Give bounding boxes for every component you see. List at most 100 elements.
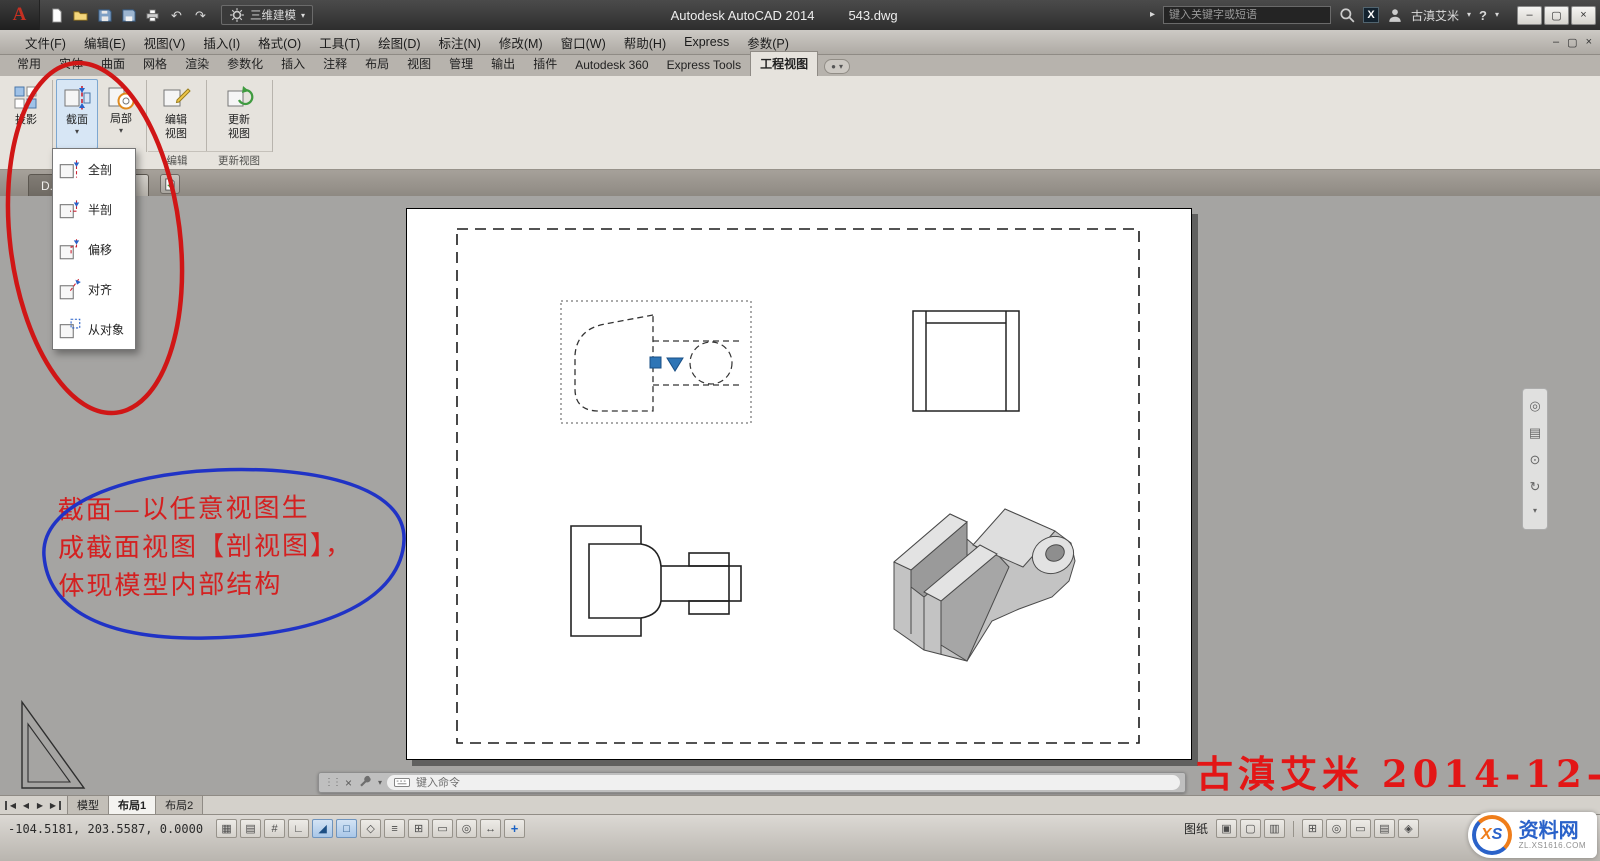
minimize-button[interactable]: –: [1517, 6, 1542, 25]
grip-direction-triangle[interactable]: [667, 358, 683, 371]
projection-view-button[interactable]: 投影: [4, 80, 48, 127]
menu-express[interactable]: Express: [675, 31, 738, 53]
menu-item-full-section[interactable]: 全剖: [53, 149, 135, 189]
save-as-icon[interactable]: [120, 7, 137, 24]
model-paper-toggle[interactable]: ▣: [1216, 819, 1237, 838]
tab-layout2[interactable]: 布局2: [155, 795, 203, 815]
section-view-preview[interactable]: [561, 301, 751, 423]
menu-item-offset-section[interactable]: 偏移: [53, 229, 135, 269]
tab-insert[interactable]: 插入: [272, 52, 314, 76]
signed-in-user[interactable]: 古滇艾米: [1411, 7, 1459, 24]
orbit-icon[interactable]: ↻: [1530, 479, 1541, 495]
3d-osnap-toggle[interactable]: ◇: [360, 819, 381, 838]
save-icon[interactable]: [96, 7, 113, 24]
search-collapse-icon[interactable]: ▸: [1150, 10, 1155, 20]
menu-item-aligned-section[interactable]: 对齐: [53, 269, 135, 309]
workspace-switcher[interactable]: 三维建模 ▾: [221, 5, 313, 25]
tab-annotate[interactable]: 注释: [314, 52, 356, 76]
osnap-toggle[interactable]: □: [336, 819, 357, 838]
edit-panel-title[interactable]: 编辑: [148, 151, 206, 168]
tab-model[interactable]: 模型: [67, 795, 109, 815]
update-view-button[interactable]: 更新 视图: [212, 80, 266, 140]
tab-view[interactable]: 视图: [398, 52, 440, 76]
clean-screen-button[interactable]: ◈: [1398, 819, 1419, 838]
quick-properties-toggle[interactable]: ↔: [480, 819, 501, 838]
tab-home[interactable]: 常用: [8, 52, 50, 76]
tab-surface[interactable]: 曲面: [92, 52, 134, 76]
section-view-button[interactable]: 截面 ▾: [56, 79, 98, 149]
tab-express-tools[interactable]: Express Tools: [658, 55, 750, 76]
front-view[interactable]: [913, 311, 1019, 411]
command-close-icon[interactable]: ×: [345, 776, 352, 790]
command-line[interactable]: ⋮⋮ × ▾: [318, 772, 1186, 793]
redo-icon[interactable]: ↷: [192, 7, 209, 24]
exchange-apps-icon[interactable]: X: [1363, 7, 1379, 23]
zoom-icon[interactable]: ⊙: [1530, 452, 1541, 468]
update-panel-title[interactable]: 更新视图: [206, 151, 272, 168]
doc-close-icon[interactable]: ×: [1586, 36, 1592, 49]
iso-view[interactable]: [894, 509, 1080, 661]
workspace-switch-button[interactable]: ▤: [1374, 819, 1395, 838]
help-search-input[interactable]: [1163, 6, 1331, 24]
annotation-scale-button[interactable]: ⊞: [1302, 819, 1323, 838]
edit-view-button[interactable]: 编辑 视图: [150, 80, 202, 140]
tab-layout[interactable]: 布局: [356, 52, 398, 76]
ducs-toggle[interactable]: ≡: [384, 819, 405, 838]
new-file-icon[interactable]: [48, 7, 65, 24]
menu-item-from-object[interactable]: 从对象: [53, 309, 135, 349]
command-input[interactable]: [416, 777, 1173, 789]
tab-manage[interactable]: 管理: [440, 52, 482, 76]
undo-icon[interactable]: ↶: [168, 7, 185, 24]
tab-mesh[interactable]: 网格: [134, 52, 176, 76]
tab-output[interactable]: 输出: [482, 52, 524, 76]
ribbon-state-toggle[interactable]: ● ▾: [824, 59, 850, 74]
ortho-toggle[interactable]: ∟: [288, 819, 309, 838]
tab-render[interactable]: 渲染: [176, 52, 218, 76]
application-menu-button[interactable]: A: [0, 0, 40, 30]
search-icon[interactable]: [1339, 7, 1355, 23]
polar-toggle[interactable]: ◢: [312, 819, 333, 838]
tab-solid[interactable]: 实体: [50, 52, 92, 76]
command-input-field[interactable]: [387, 775, 1180, 790]
doc-restore-icon[interactable]: ▢: [1567, 36, 1577, 49]
layout-paper[interactable]: [406, 208, 1192, 760]
tab-layout1[interactable]: 布局1: [108, 795, 156, 815]
pan-icon[interactable]: ▤: [1529, 425, 1541, 441]
navbar-caret-icon[interactable]: ▾: [1533, 506, 1537, 515]
prev-layout-icon[interactable]: ◀: [19, 801, 33, 810]
tab-plugins[interactable]: 插件: [524, 52, 566, 76]
new-drawing-tab-button[interactable]: [160, 174, 180, 194]
paper-space-label[interactable]: 图纸: [1184, 820, 1208, 837]
snap-toggle[interactable]: ▤: [240, 819, 261, 838]
steering-wheel-icon[interactable]: ◎: [1529, 398, 1540, 414]
help-button[interactable]: ?: [1479, 9, 1487, 22]
selection-cycling-toggle[interactable]: +: [504, 819, 525, 838]
quick-view-drawings-button[interactable]: ▥: [1264, 819, 1285, 838]
dyn-toggle[interactable]: ⊞: [408, 819, 429, 838]
side-view[interactable]: [571, 526, 741, 636]
user-menu-caret-icon[interactable]: ▾: [1467, 11, 1471, 19]
first-layout-icon[interactable]: ◀: [5, 801, 19, 810]
help-caret-icon[interactable]: ▾: [1495, 11, 1499, 19]
tab-autodesk360[interactable]: Autodesk 360: [566, 55, 657, 76]
doc-minimize-icon[interactable]: –: [1553, 36, 1559, 49]
command-drag-handle[interactable]: ⋮⋮: [324, 777, 340, 788]
annotation-visibility-button[interactable]: ◎: [1326, 819, 1347, 838]
tab-parametric[interactable]: 参数化: [218, 52, 272, 76]
command-options-caret-icon[interactable]: ▾: [378, 778, 382, 787]
autoscale-button[interactable]: ▭: [1350, 819, 1371, 838]
next-layout-icon[interactable]: ▶: [33, 801, 47, 810]
open-folder-icon[interactable]: [72, 7, 89, 24]
close-button[interactable]: ×: [1571, 6, 1596, 25]
menu-help[interactable]: 帮助(H): [615, 29, 675, 56]
maximize-button[interactable]: ▢: [1544, 6, 1569, 25]
menu-item-half-section[interactable]: 半剖: [53, 189, 135, 229]
grid-toggle[interactable]: #: [264, 819, 285, 838]
infer-constraints-toggle[interactable]: ▦: [216, 819, 237, 838]
last-layout-icon[interactable]: ▶: [47, 801, 61, 810]
quick-view-layouts-button[interactable]: ▢: [1240, 819, 1261, 838]
tab-drawing-views[interactable]: 工程视图: [750, 51, 818, 76]
grip-square[interactable]: [650, 357, 661, 368]
plot-icon[interactable]: [144, 7, 161, 24]
transparency-toggle[interactable]: ◎: [456, 819, 477, 838]
